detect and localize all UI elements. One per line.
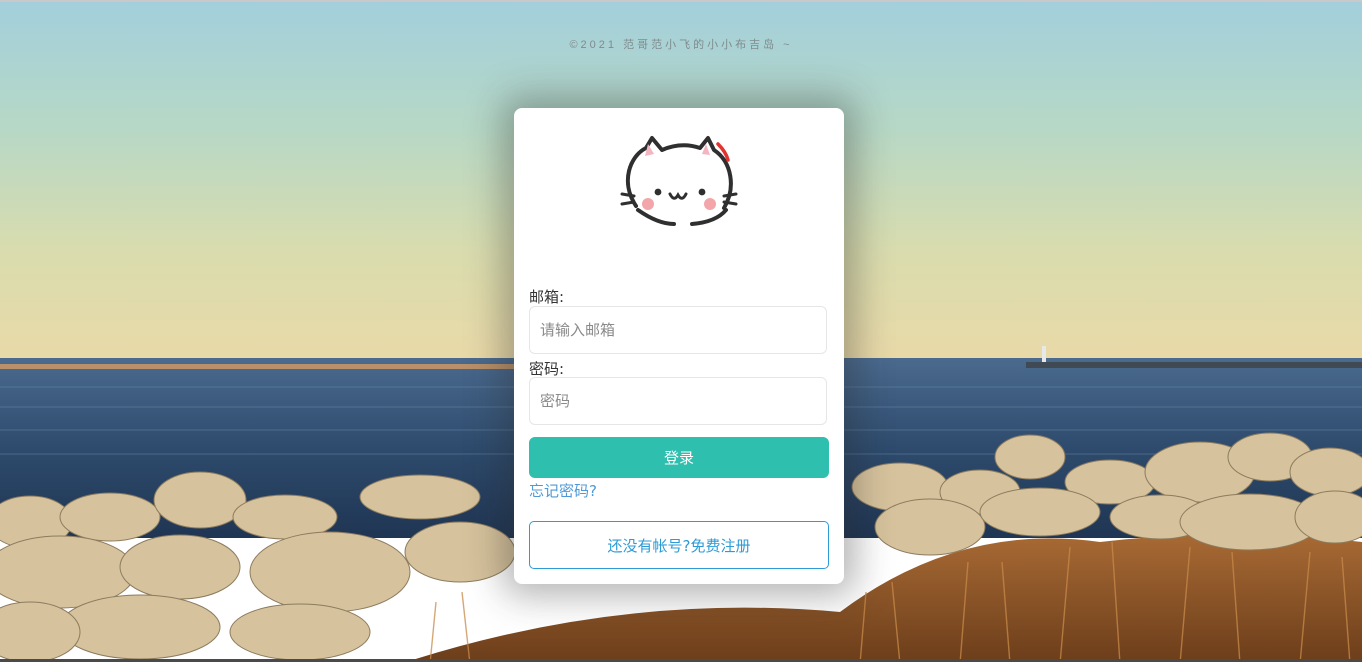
login-page: ©2021 范哥范小飞的小小布吉岛 ~ 邮箱: 密码: 登录 — [0, 0, 1362, 662]
login-button[interactable]: 登录 — [529, 437, 829, 478]
email-label: 邮箱: — [529, 288, 565, 306]
cat-face-icon — [620, 136, 738, 226]
copyright-text: ©2021 范哥范小飞的小小布吉岛 ~ — [569, 39, 793, 51]
password-label: 密码: — [529, 360, 565, 378]
register-button[interactable]: 还没有帐号?免费注册 — [529, 521, 829, 569]
password-input[interactable] — [529, 377, 827, 425]
email-input[interactable] — [529, 306, 827, 354]
forgot-password-link[interactable]: 忘记密码? — [529, 480, 597, 501]
login-card: 邮箱: 密码: 登录 忘记密码? 还没有帐号?免费注册 — [514, 108, 844, 584]
